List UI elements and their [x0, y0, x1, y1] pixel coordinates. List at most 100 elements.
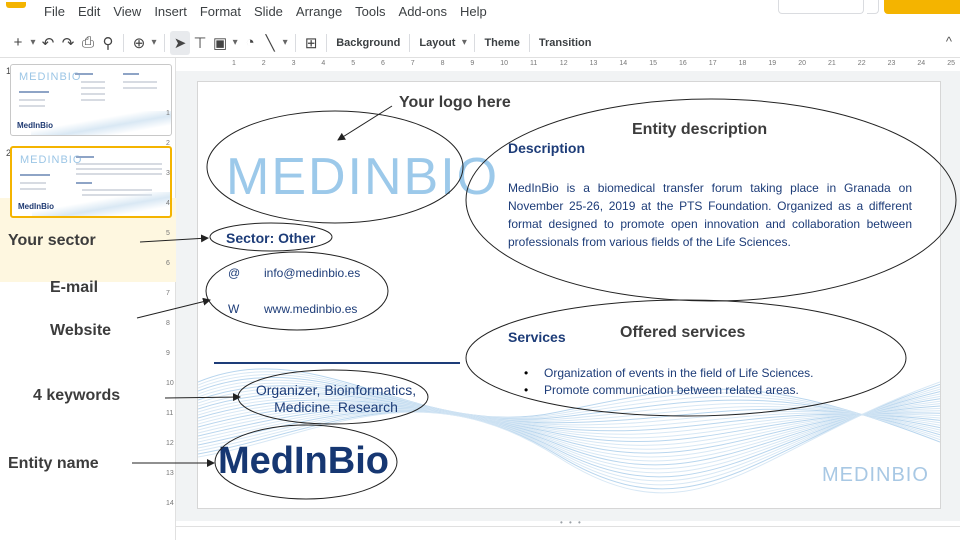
menu-tools[interactable]: Tools — [355, 4, 385, 19]
annotation-website: Website — [50, 322, 112, 339]
annotation-sector: Your sector — [8, 232, 96, 249]
keywords-line: Medicine, Research — [274, 399, 398, 415]
comment-icon[interactable]: ⊞ — [301, 31, 321, 55]
ruler-number: 3 — [291, 60, 296, 67]
keywords-text[interactable]: Organizer, Bioinformatics, Medicine, Res… — [236, 382, 436, 416]
ruler-number: 5 — [351, 60, 356, 67]
menu-slide[interactable]: Slide — [254, 4, 283, 19]
app-logo-icon[interactable] — [6, 2, 26, 8]
toolbar: + ▾ ↶ ↷ ⎙ ⚲ ⊕ ▾ ➤ ⊤ ▣ ▾ ◔ ╲ ▾ ⊞ Backgrou… — [0, 28, 960, 58]
ruler-number: 23 — [887, 60, 896, 67]
menu-insert[interactable]: Insert — [154, 4, 187, 19]
undo-icon[interactable]: ↶ — [38, 31, 58, 55]
ruler-number: 7 — [410, 60, 415, 67]
ruler-number: 10 — [166, 380, 174, 387]
ruler-number: 1 — [166, 110, 170, 117]
thumbnail-line — [19, 105, 45, 107]
slide-thumbnail-1[interactable]: MEDINBIO MedInBio — [10, 64, 172, 136]
slide-logo[interactable]: MEDINBIO — [226, 147, 499, 207]
menu-help[interactable]: Help — [460, 4, 487, 19]
annotation-entity-name: Entity name — [8, 455, 99, 472]
horizontal-ruler: 1 2 3 4 5 6 7 8 9 10 11 12 13 14 15 16 17 18 19 20 21 22 23 24 2… — [190, 59, 955, 71]
line-dropdown-icon[interactable]: ▾ — [280, 31, 290, 55]
shape-icon[interactable]: ◔ — [240, 31, 260, 55]
zoom-dropdown-icon[interactable]: ▾ — [149, 31, 159, 55]
keywords-line: Organizer, Bioinformatics, — [255, 382, 417, 398]
ruler-number: 18 — [738, 60, 747, 67]
ruler-number: 20 — [798, 60, 806, 67]
annotation-offered-services: Offered services — [620, 324, 746, 341]
new-slide-icon[interactable]: + — [8, 31, 28, 55]
ruler-number: 9 — [470, 60, 475, 67]
thumbnail-entity-name: MedInBio — [17, 121, 53, 130]
website-text[interactable]: www.medinbio.es — [264, 302, 357, 316]
service-item: Organization of events in the field of L… — [524, 365, 814, 382]
select-cursor-icon[interactable]: ➤ — [170, 30, 190, 55]
services-title[interactable]: Services — [508, 329, 566, 345]
thumbnail-line — [19, 91, 49, 93]
ruler-number: 7 — [166, 290, 170, 297]
email-label: @ — [228, 266, 241, 280]
menu-arrange[interactable]: Arrange — [296, 4, 342, 19]
print-icon[interactable]: ⎙ — [78, 31, 98, 55]
slide-thumbnail-2[interactable]: MEDINBIO MedInBio — [10, 146, 172, 218]
layout-dropdown-icon[interactable]: ▾ — [459, 31, 469, 55]
text-box-icon[interactable]: ⊤ — [190, 31, 210, 55]
redo-icon[interactable]: ↷ — [58, 31, 78, 55]
sector-text[interactable]: Sector: Other — [226, 230, 315, 246]
description-title[interactable]: Description — [508, 140, 585, 156]
new-slide-dropdown-icon[interactable]: ▾ — [28, 31, 38, 55]
menu-view[interactable]: View — [113, 4, 141, 19]
slide-small-logo[interactable]: MEDINBIO — [822, 464, 929, 487]
ruler-number: 14 — [166, 500, 174, 507]
transition-button[interactable]: Transition — [535, 37, 596, 49]
line-icon[interactable]: ╲ — [260, 31, 280, 55]
slide-canvas[interactable]: MEDINBIO Sector: Other @ info@medinbio.e… — [198, 82, 940, 508]
collapse-toolbar-icon[interactable]: ^ — [946, 34, 952, 49]
ruler-number: 14 — [619, 60, 628, 67]
email-text[interactable]: info@medinbio.es — [264, 266, 360, 280]
ruler-number: 13 — [589, 60, 598, 67]
menu-items: File Edit View Insert Format Slide Arran… — [44, 4, 487, 19]
ruler-number: 3 — [166, 170, 170, 177]
menu-edit[interactable]: Edit — [78, 4, 100, 19]
menu-addons[interactable]: Add-ons — [399, 4, 447, 19]
toolbar-divider — [528, 33, 530, 52]
services-list[interactable]: Organization of events in the field of L… — [524, 365, 814, 399]
ruler-number: 8 — [440, 60, 445, 67]
ruler-number: 15 — [649, 60, 657, 67]
background-button[interactable]: Background — [332, 37, 404, 49]
present-button[interactable] — [778, 0, 864, 14]
thumbnail-logo: MEDINBIO — [20, 154, 83, 166]
thumbnail-line — [75, 73, 93, 75]
thumbnail-line — [76, 182, 92, 184]
entity-name-text[interactable]: MedInBio — [218, 440, 389, 483]
service-item: Promote communication between related ar… — [524, 382, 814, 399]
toolbar-divider — [326, 33, 328, 52]
share-button[interactable] — [884, 0, 960, 14]
present-dropdown-button[interactable] — [867, 0, 879, 14]
ruler-number: 8 — [166, 320, 170, 327]
thumbnail-line — [20, 182, 46, 184]
image-dropdown-icon[interactable]: ▾ — [230, 31, 240, 55]
image-icon[interactable]: ▣ — [210, 31, 230, 55]
ruler-number: 25 — [947, 60, 955, 67]
speaker-notes-bar[interactable] — [176, 526, 960, 540]
theme-button[interactable]: Theme — [480, 37, 523, 49]
ruler-number: 12 — [559, 60, 568, 67]
paint-format-icon[interactable]: ⚲ — [98, 31, 118, 55]
thumbnail-line — [76, 163, 162, 165]
menu-file[interactable]: File — [44, 4, 65, 19]
thumbnail-line — [76, 173, 162, 175]
toolbar-divider — [164, 33, 165, 52]
ruler-number: 4 — [321, 60, 326, 67]
zoom-icon[interactable]: ⊕ — [129, 31, 149, 55]
layout-button[interactable]: Layout — [415, 37, 459, 49]
toolbar-divider — [123, 33, 124, 52]
description-body[interactable]: MedInBio is a biomedical transfer forum … — [508, 179, 912, 251]
menu-format[interactable]: Format — [200, 4, 241, 19]
ruler-number: 2 — [166, 140, 170, 147]
thumbnail-line — [81, 99, 105, 101]
annotation-email: E-mail — [50, 279, 99, 296]
ruler-number: 5 — [166, 230, 170, 237]
